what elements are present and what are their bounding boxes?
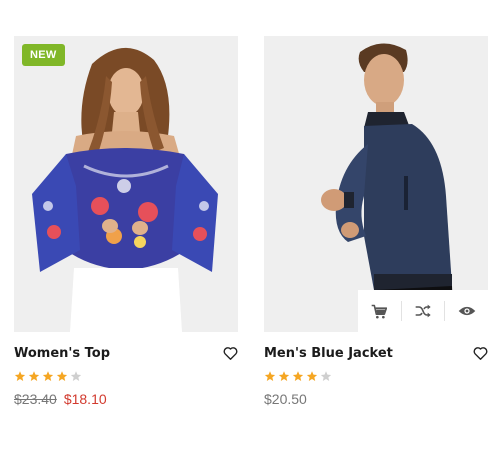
- heart-icon[interactable]: [222, 345, 238, 361]
- product-card-mens-blue-jacket[interactable]: Men's Blue Jacket $20.50: [264, 36, 488, 407]
- new-badge: NEW: [22, 44, 65, 66]
- price: $20.50: [264, 391, 307, 407]
- product-name[interactable]: Men's Blue Jacket: [264, 346, 393, 361]
- star-filled-icon: [264, 371, 276, 381]
- rating-stars: [264, 370, 488, 382]
- shuffle-icon[interactable]: [402, 290, 445, 332]
- star-filled-icon: [306, 371, 318, 381]
- star-filled-icon: [14, 371, 26, 381]
- heart-icon[interactable]: [472, 345, 488, 361]
- star-filled-icon: [278, 371, 290, 381]
- old-price: $23.40: [14, 391, 57, 407]
- star-filled-icon: [292, 371, 304, 381]
- eye-icon[interactable]: [445, 290, 488, 332]
- star-empty-icon: [70, 371, 82, 381]
- star-filled-icon: [42, 371, 54, 381]
- star-filled-icon: [28, 371, 40, 381]
- product-image-womens-top[interactable]: NEW: [14, 36, 238, 332]
- product-card-womens-top[interactable]: NEW Women's Top $23.40 $18.10: [14, 36, 238, 407]
- womens-top-photo: [14, 36, 238, 332]
- sale-price: $18.10: [63, 391, 107, 407]
- cart-icon[interactable]: [358, 290, 401, 332]
- star-empty-icon: [320, 371, 332, 381]
- rating-stars: [14, 370, 238, 382]
- product-action-bar: [358, 290, 488, 332]
- mens-jacket-photo: [264, 36, 488, 332]
- product-image-mens-blue-jacket[interactable]: [264, 36, 488, 332]
- star-filled-icon: [56, 371, 68, 381]
- product-name[interactable]: Women's Top: [14, 346, 110, 361]
